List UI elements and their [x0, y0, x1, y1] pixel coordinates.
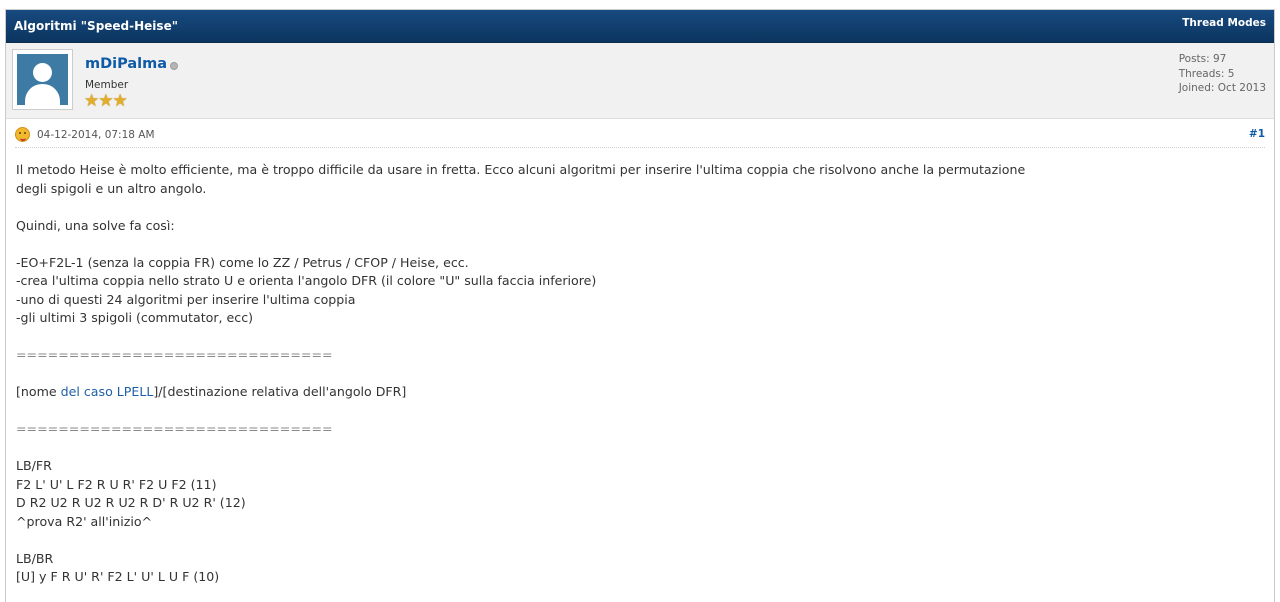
thread-title: Algoritmi "Speed-Heise" [14, 19, 178, 33]
algorithm-line: F2 L' U' L F2 R U R' F2 U F2 (11) [16, 476, 217, 492]
post-line: Il metodo Heise è molto efficiente, ma è… [16, 162, 1026, 177]
algorithm-line: [U] y F R U' R' F2 L' U' L U F (10) [16, 569, 220, 584]
author-user-title: Member [85, 79, 129, 91]
threads-count: Threads: 5 [1178, 67, 1235, 80]
smiley-icon [15, 127, 30, 142]
author-username[interactable]: mDiPalma [85, 56, 167, 72]
posts-count: Posts: 97 [1178, 53, 1227, 65]
author-stats: Posts: 97 Threads: 5 Joined: Oct 2013 [1179, 52, 1266, 96]
separator-line: ============================== [16, 421, 333, 436]
algorithm-line: D R2 U2 R U2 R U2 R D' R U2 R' (12) [16, 495, 246, 510]
separator-line: ============================== [16, 347, 333, 362]
lpell-case-link[interactable]: del caso LPELL [61, 384, 154, 399]
author-panel: mDiPalma Member ★★★ Posts: 97 Threads: 5… [6, 43, 1274, 119]
post-line: Quindi, una solve fa così: [16, 217, 175, 233]
rating-stars-icon: ★★★ [84, 91, 128, 111]
thread-header: Algoritmi "Speed-Heise" Thread Modes [6, 10, 1274, 43]
post-line: degli spigoli e un altro angolo. [16, 180, 207, 196]
case-heading: LB/BR [16, 550, 54, 566]
post-line: -uno di questi 24 algoritmi per inserire… [16, 291, 356, 307]
avatar[interactable] [12, 49, 73, 110]
post-number-link[interactable]: #1 [1249, 128, 1265, 140]
post-line: -crea l'ultima coppia nello strato U e o… [16, 273, 597, 288]
offline-status-icon [170, 62, 178, 70]
thread-container: Algoritmi "Speed-Heise" Thread Modes mDi… [5, 9, 1275, 602]
thread-modes-link[interactable]: Thread Modes [1182, 17, 1266, 29]
case-format-prefix: [nome [16, 384, 61, 399]
post-body: Il metodo Heise è molto efficiente, ma è… [6, 148, 1274, 587]
case-heading: LB/FR [16, 458, 52, 473]
hint-line: ^prova R2' all'inizio^ [16, 513, 153, 529]
post-date: 04-12-2014, 07:18 AM [37, 129, 155, 141]
default-avatar-icon [17, 54, 68, 105]
joined-date: Joined: Oct 2013 [1178, 82, 1266, 94]
case-format-line: [nome del caso LPELL]/[destinazione rela… [16, 383, 1274, 402]
post-line: -EO+F2L-1 (senza la coppia FR) come lo Z… [16, 254, 469, 270]
post-header: 04-12-2014, 07:18 AM #1 [15, 119, 1265, 148]
case-format-suffix: ]/[destinazione relativa dell'angolo DFR… [153, 384, 407, 399]
post-line: -gli ultimi 3 spigoli (commutator, ecc) [16, 310, 254, 325]
